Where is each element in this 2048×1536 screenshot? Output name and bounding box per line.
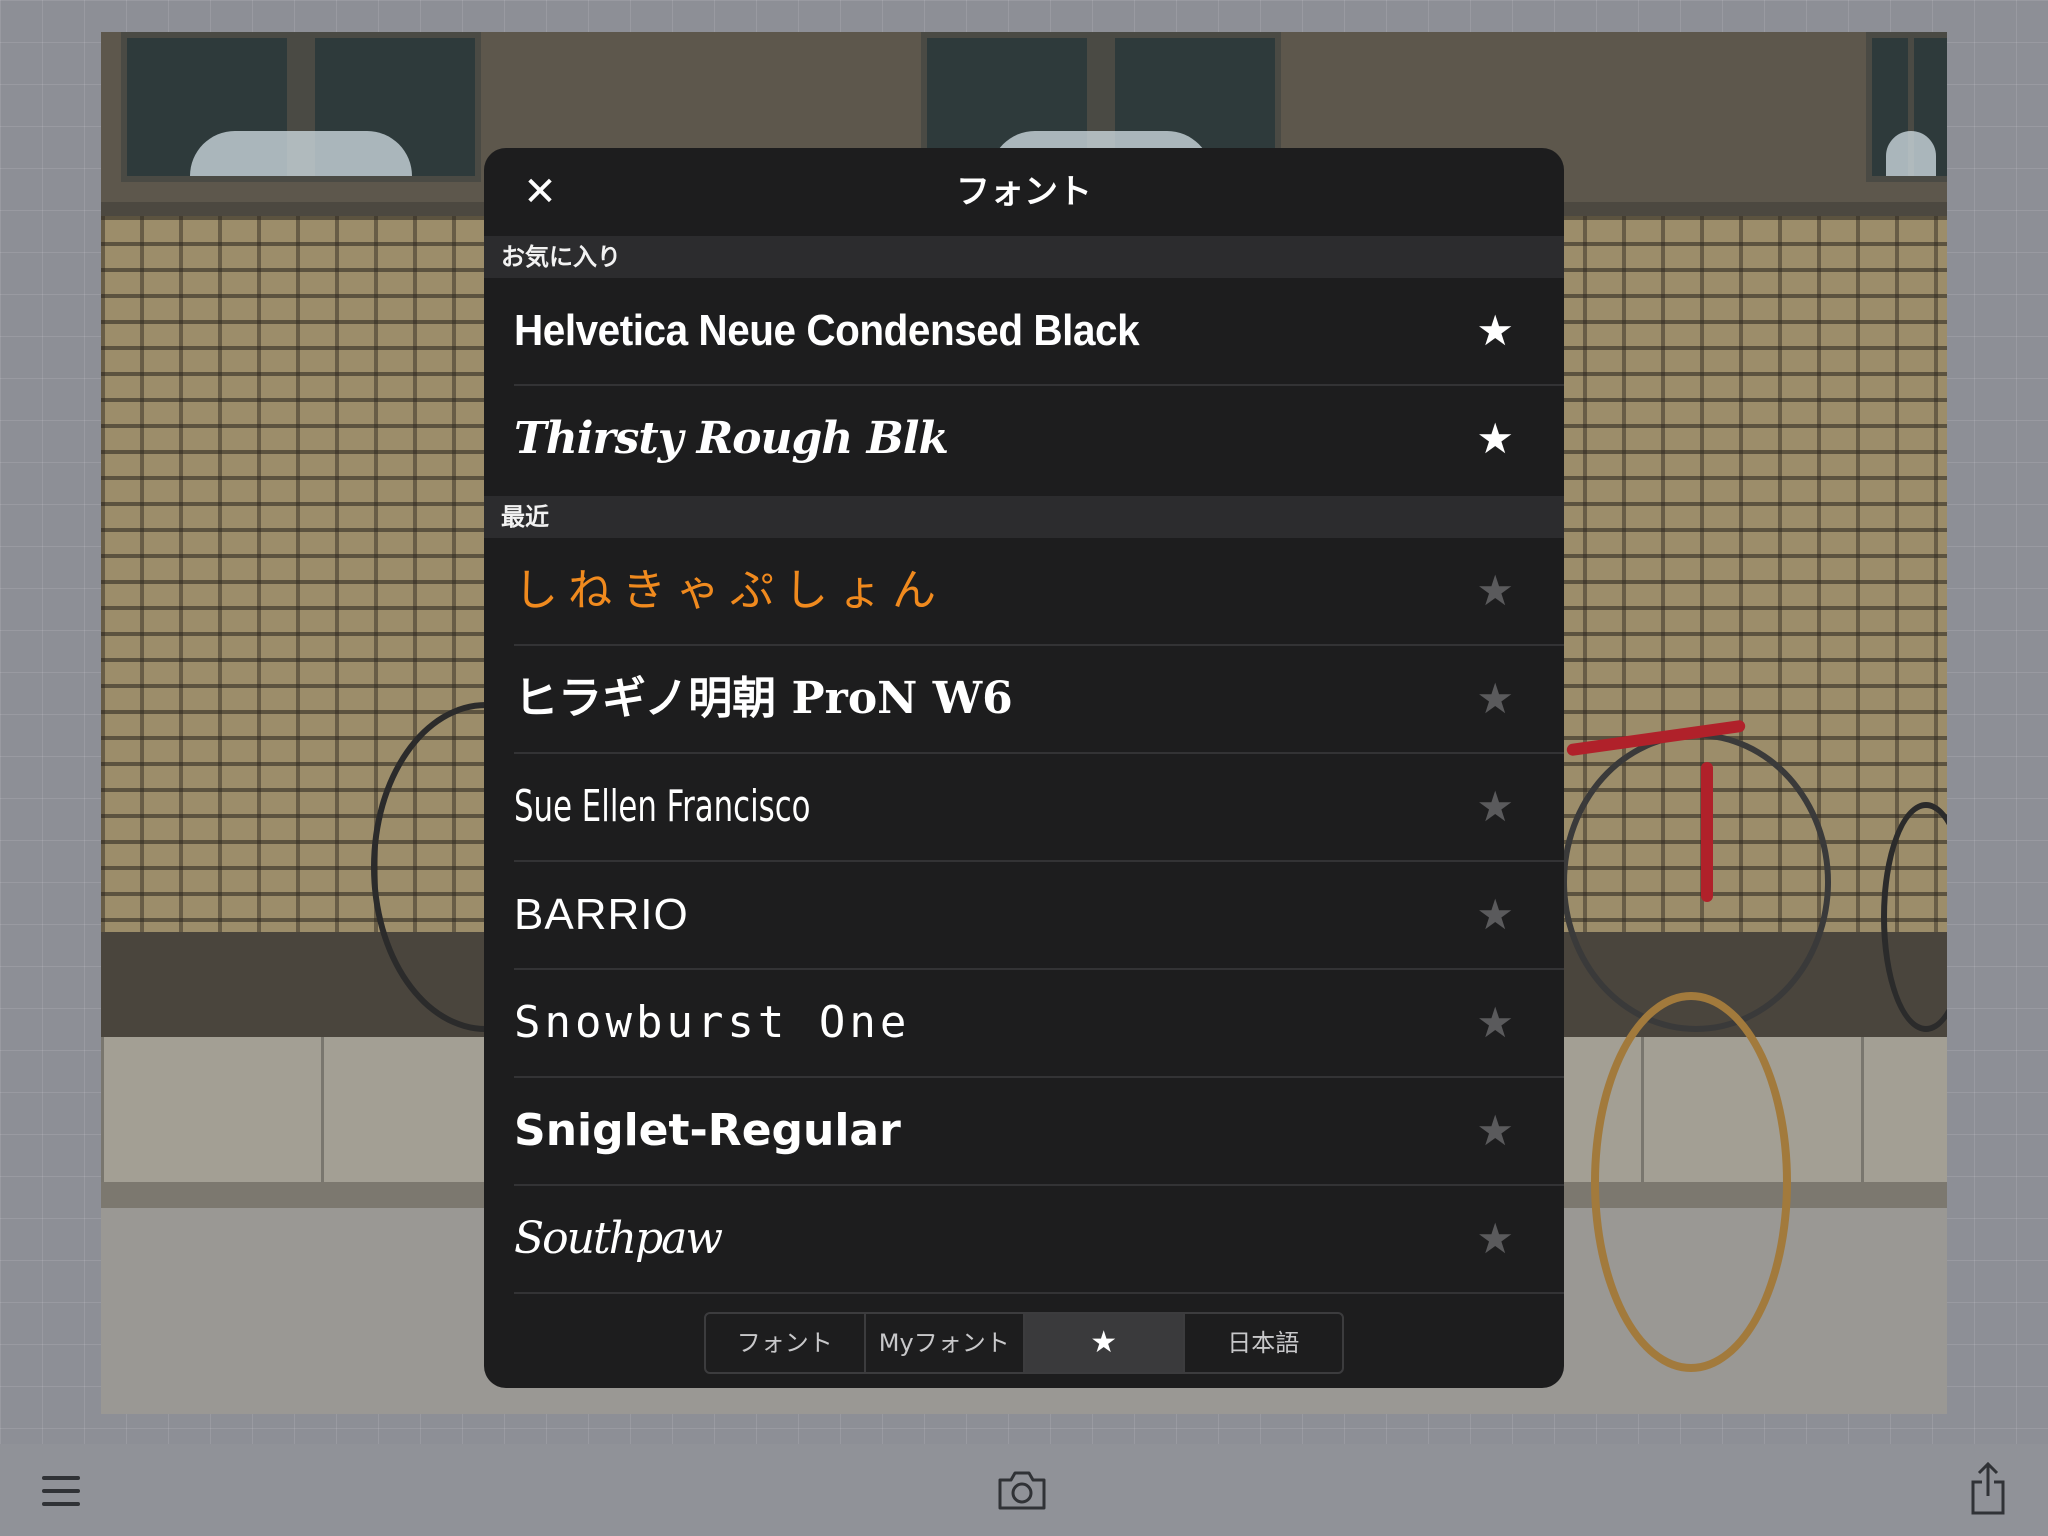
star-icon[interactable]: ★	[1476, 1078, 1514, 1184]
star-icon[interactable]: ★	[1476, 386, 1514, 492]
dialog-title: フォント	[956, 172, 1092, 212]
segment-favorites[interactable]: ★	[1025, 1314, 1185, 1372]
segment-japanese[interactable]: 日本語	[1185, 1314, 1343, 1372]
font-name: Sue Ellen Francisco	[514, 781, 811, 832]
font-name: しねきゃぷしょん	[514, 565, 946, 616]
segment-my-fonts[interactable]: Myフォント	[866, 1314, 1025, 1372]
font-row[interactable]: BARRIO ★	[514, 862, 1564, 970]
section-header-recent: 最近	[484, 496, 1564, 538]
star-icon[interactable]: ★	[1476, 1186, 1514, 1292]
star-icon[interactable]: ★	[1476, 278, 1514, 384]
font-name: ヒラギノ明朝 ProN W6	[514, 673, 1013, 724]
star-icon[interactable]: ★	[1476, 970, 1514, 1076]
font-row[interactable]: Thirsty Rough Blk ★	[514, 386, 1564, 494]
font-name: Sniglet-Regular	[514, 1105, 901, 1156]
font-category-segmented-control: フォント Myフォント ★ 日本語	[704, 1312, 1344, 1374]
font-name: Southpaw	[514, 1213, 723, 1264]
font-row[interactable]: Southpaw ★	[514, 1186, 1564, 1294]
font-name: Thirsty Rough Blk	[514, 413, 949, 464]
dialog-header: ✕ フォント	[484, 148, 1564, 236]
camera-icon[interactable]	[996, 1468, 1048, 1512]
menu-icon[interactable]	[42, 1476, 80, 1506]
bicycle-wheel	[1561, 732, 1831, 1032]
font-row[interactable]: Sue Ellen Francisco ★	[514, 754, 1564, 862]
font-row[interactable]: Sniglet-Regular ★	[514, 1078, 1564, 1186]
segment-fonts[interactable]: フォント	[706, 1314, 866, 1372]
window	[1866, 32, 1947, 182]
star-icon[interactable]: ★	[1476, 538, 1514, 644]
window	[121, 32, 481, 182]
star-icon[interactable]: ★	[1476, 646, 1514, 752]
font-name: BARRIO	[514, 890, 689, 939]
star-icon[interactable]: ★	[1476, 754, 1514, 860]
star-icon[interactable]: ★	[1476, 862, 1514, 968]
font-name: Snowburst One	[514, 997, 911, 1048]
font-row[interactable]: ヒラギノ明朝 ProN W6 ★	[514, 646, 1564, 754]
font-row[interactable]: しねきゃぷしょん ★	[514, 538, 1564, 646]
font-row[interactable]: Helvetica Neue Condensed Black ★	[514, 278, 1564, 386]
bicycle-wheel	[1591, 992, 1791, 1372]
font-picker-dialog: ✕ フォント お気に入り Helvetica Neue Condensed Bl…	[484, 148, 1564, 1388]
section-header-favorites: お気に入り	[484, 236, 1564, 278]
bicycle-frame	[1701, 762, 1713, 902]
font-name: Helvetica Neue Condensed Black	[514, 306, 1140, 355]
font-row[interactable]: Snowburst One ★	[514, 970, 1564, 1078]
share-icon[interactable]	[1970, 1461, 2006, 1516]
bottom-toolbar	[0, 1444, 2048, 1536]
